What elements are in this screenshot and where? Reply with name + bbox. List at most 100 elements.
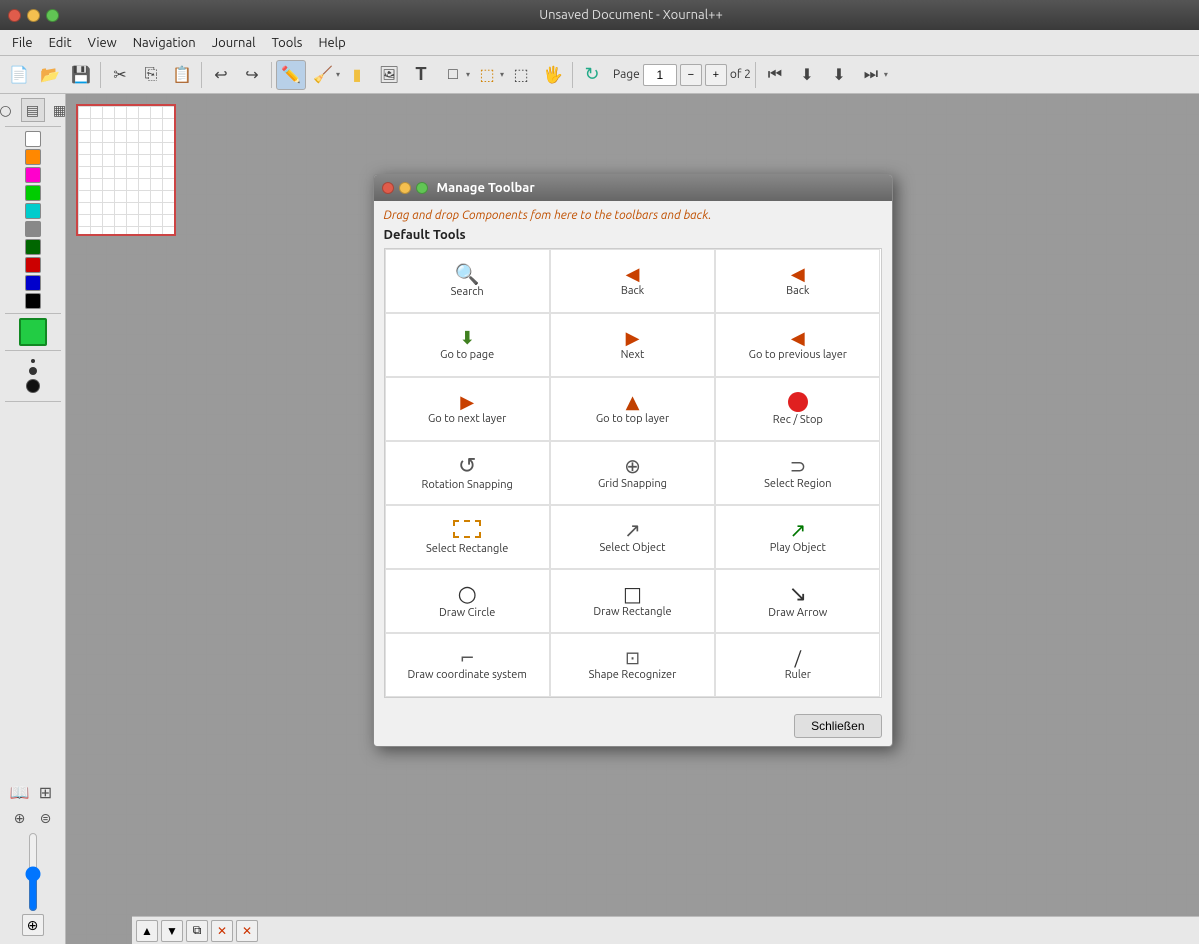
delete-button[interactable]: ✕ <box>211 920 233 942</box>
maximize-button[interactable] <box>46 9 59 22</box>
hand-tool-button[interactable]: 🖐 <box>538 60 568 90</box>
color-magenta[interactable] <box>25 167 41 183</box>
tool-play-object[interactable]: ↗ Play Object <box>715 505 880 569</box>
text-button[interactable]: T <box>406 60 436 90</box>
pen-size-small[interactable] <box>29 367 37 375</box>
tool-grid-snap[interactable]: ⊕ Grid Snapping <box>550 441 715 505</box>
color-dark-green[interactable] <box>25 239 41 255</box>
page-minus-button[interactable]: − <box>680 64 702 86</box>
active-tool-indicator[interactable] <box>19 318 47 346</box>
highlighter-button[interactable]: ▮ <box>342 60 372 90</box>
color-green[interactable] <box>25 185 41 201</box>
tool-go-page[interactable]: ⬇ Go to page <box>385 313 550 377</box>
draw-circle-icon: ○ <box>458 583 477 605</box>
new-file-button[interactable]: 📄 <box>4 60 34 90</box>
menu-edit[interactable]: Edit <box>41 34 80 52</box>
back-tool-icon-1: ◀ <box>626 265 640 283</box>
eraser-button[interactable]: 🧹 <box>308 60 338 90</box>
page-number-input[interactable] <box>643 64 677 86</box>
color-white[interactable] <box>25 131 41 147</box>
color-row-white-orange <box>25 131 41 147</box>
tool-top-layer[interactable]: ▲ Go to top layer <box>550 377 715 441</box>
layer-icon-1[interactable]: 📖 <box>8 780 32 804</box>
color-red[interactable] <box>25 257 41 273</box>
sidebar-separator-1 <box>5 126 61 127</box>
go-page-label: Go to page <box>440 349 494 361</box>
schliessen-button[interactable]: Schließen <box>794 714 881 738</box>
refresh-button[interactable]: ↻ <box>577 60 607 90</box>
titlebar: Unsaved Document - Xournal++ <box>0 0 1199 30</box>
tool-draw-coord[interactable]: ⌐ Draw coordinate system <box>385 633 550 697</box>
dialog-minimize-button[interactable] <box>399 182 411 194</box>
shape-rec-label: Shape Recognizer <box>589 669 677 681</box>
open-file-button[interactable]: 📂 <box>35 60 65 90</box>
dialog-close-button[interactable] <box>382 182 394 194</box>
canvas-area[interactable]: Manage Toolbar Drag and drop Components … <box>66 94 1199 944</box>
save-file-button[interactable]: 💾 <box>66 60 96 90</box>
last-page-button[interactable]: ⏭ <box>856 60 886 90</box>
menu-tools[interactable]: Tools <box>264 34 311 52</box>
top-layer-label: Go to top layer <box>596 413 669 425</box>
layer-icon-2[interactable]: ⊞ <box>34 780 58 804</box>
tool-ruler[interactable]: / Ruler <box>715 633 880 697</box>
pen-tool-button[interactable]: ✏️ <box>276 60 306 90</box>
select-object-button[interactable]: ⬚ <box>506 60 536 90</box>
pen-size-tiny[interactable] <box>31 359 35 363</box>
view-single-icon[interactable]: ○ <box>0 98 18 122</box>
tool-back-1[interactable]: ◀ Back <box>550 249 715 313</box>
prev-page-button[interactable]: ⬇ <box>792 60 822 90</box>
tool-select-rect[interactable]: Select Rectangle <box>385 505 550 569</box>
tool-prev-layer[interactable]: ◀ Go to previous layer <box>715 313 880 377</box>
tool-next[interactable]: ▶ Next <box>550 313 715 377</box>
undo-button[interactable]: ↩ <box>206 60 236 90</box>
draw-coord-icon: ⌐ <box>460 649 475 667</box>
tool-rec-stop[interactable]: Rec / Stop <box>715 377 880 441</box>
redo-button[interactable]: ↪ <box>237 60 267 90</box>
tool-search[interactable]: 🔍 Search <box>385 249 550 313</box>
color-cyan[interactable] <box>25 203 41 219</box>
menu-help[interactable]: Help <box>310 34 353 52</box>
duplicate-button[interactable]: ⧉ <box>186 920 208 942</box>
close-button[interactable] <box>8 9 21 22</box>
minimize-button[interactable] <box>27 9 40 22</box>
copy-button[interactable]: ⎘ <box>136 60 166 90</box>
image-button[interactable]: 🖼 <box>374 60 404 90</box>
next-icon: ▶ <box>626 329 640 347</box>
menu-navigation[interactable]: Navigation <box>125 34 204 52</box>
layer-up-button[interactable]: ▲ <box>136 920 158 942</box>
tool-draw-arrow[interactable]: ↘ Draw Arrow <box>715 569 880 633</box>
tool-next-layer[interactable]: ▶ Go to next layer <box>385 377 550 441</box>
add-page-bottom[interactable]: ⊕ <box>22 914 44 936</box>
layer-stack-icon[interactable]: ⊜ <box>34 806 58 830</box>
first-page-button[interactable]: ⏮ <box>760 60 790 90</box>
dialog-maximize-button[interactable] <box>416 182 428 194</box>
color-gray[interactable] <box>25 221 41 237</box>
shape-button[interactable]: □ <box>438 60 468 90</box>
zoom-slider[interactable] <box>23 832 43 912</box>
clear-button[interactable]: ✕ <box>236 920 258 942</box>
paste-button[interactable]: 📋 <box>167 60 197 90</box>
zoom-slider-container <box>23 832 43 912</box>
pen-size-large[interactable] <box>26 379 40 393</box>
menu-view[interactable]: View <box>80 34 125 52</box>
layer-down-button[interactable]: ▼ <box>161 920 183 942</box>
toolbar-separator-5 <box>755 62 756 88</box>
next-page-button[interactable]: ⬇ <box>824 60 854 90</box>
tool-draw-circle[interactable]: ○ Draw Circle <box>385 569 550 633</box>
select-rect-button[interactable]: ⬚ <box>472 60 502 90</box>
color-blue[interactable] <box>25 275 41 291</box>
tool-draw-rect[interactable]: □ Draw Rectangle <box>550 569 715 633</box>
menu-journal[interactable]: Journal <box>204 34 264 52</box>
color-black[interactable] <box>25 293 41 309</box>
view-page-icon[interactable]: ▤ <box>21 98 45 122</box>
tool-select-object[interactable]: ↗ Select Object <box>550 505 715 569</box>
tool-select-region[interactable]: ⊃ Select Region <box>715 441 880 505</box>
cut-button[interactable]: ✂ <box>105 60 135 90</box>
menu-file[interactable]: File <box>4 34 41 52</box>
tool-shape-rec[interactable]: ⊡ Shape Recognizer <box>550 633 715 697</box>
add-page-icon[interactable]: ⊕ <box>8 806 32 830</box>
color-orange[interactable] <box>25 149 41 165</box>
page-plus-button[interactable]: + <box>705 64 727 86</box>
tool-rotation-snap[interactable]: ↺ Rotation Snapping <box>385 441 550 505</box>
tool-back-2[interactable]: ◀ Back <box>715 249 880 313</box>
